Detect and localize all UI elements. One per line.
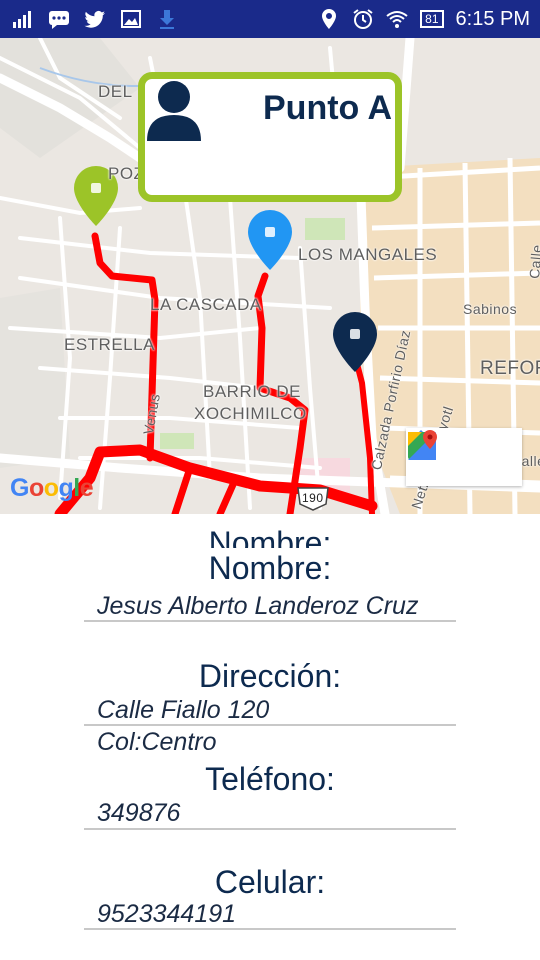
alarm-icon (353, 9, 373, 29)
contact-details: Nombre: Nombre: Jesus Alberto Landeroz C… (0, 514, 540, 960)
name-underline (84, 620, 456, 622)
battery-icon: 81 (420, 10, 444, 28)
info-card[interactable]: Punto A (138, 72, 402, 202)
map-label-barrio-1: BARRIO DE (203, 382, 302, 401)
address-underline (84, 724, 456, 726)
map-label-sabinos: Sabinos (463, 301, 518, 317)
name-value[interactable]: Jesus Alberto Landeroz Cruz (97, 592, 418, 621)
ghost-name-label: Nombre: (208, 526, 332, 548)
map-label-calle: Calle (526, 243, 540, 280)
image-icon (121, 10, 141, 28)
twitter-icon (84, 11, 105, 28)
map-label-del: DEL (98, 82, 133, 101)
map-label-refor: REFOR (480, 358, 540, 379)
download-icon (160, 10, 174, 29)
info-card-title: Punto A (263, 89, 393, 127)
map-label-los-mangales: LOS MANGALES (298, 245, 438, 264)
wifi-icon (386, 11, 408, 28)
phone-underline (84, 828, 456, 830)
map-view[interactable]: DEL POZ LOS MANGALES LA CASCADA ESTRELLA… (0, 38, 540, 514)
address-label: Dirección: (198, 658, 342, 694)
phone-value[interactable]: 349876 (97, 799, 180, 828)
open-in-maps-button[interactable] (408, 428, 522, 486)
address-line-1[interactable]: Calle Fiallo 120 (97, 696, 269, 725)
mobile-value[interactable]: 9523344191 (97, 900, 236, 929)
google-logo: Google (10, 474, 94, 502)
map-label-barrio-2: XOCHIMILCO (194, 404, 307, 423)
location-icon (322, 9, 337, 29)
mobile-underline (84, 928, 456, 930)
chat-icon (49, 11, 69, 29)
marker-blue-pin[interactable] (248, 210, 292, 270)
google-maps-icon (408, 430, 437, 460)
signal-icon (13, 11, 31, 28)
route-shield-number: 190 (302, 491, 324, 505)
phone-label: Teléfono: (205, 761, 335, 797)
person-icon (147, 81, 201, 141)
map-label-estrella: ESTRELLA (64, 335, 155, 354)
clock: 6:15 PM (455, 7, 530, 30)
name-label: Nombre: (208, 550, 332, 586)
mobile-label: Celular: (214, 864, 326, 900)
address-line-2[interactable]: Col:Centro (97, 728, 217, 757)
status-bar: 81 6:15 PM (0, 0, 540, 38)
map-label-la-cascada: LA CASCADA (150, 295, 262, 314)
map-action-buttons (406, 428, 522, 486)
